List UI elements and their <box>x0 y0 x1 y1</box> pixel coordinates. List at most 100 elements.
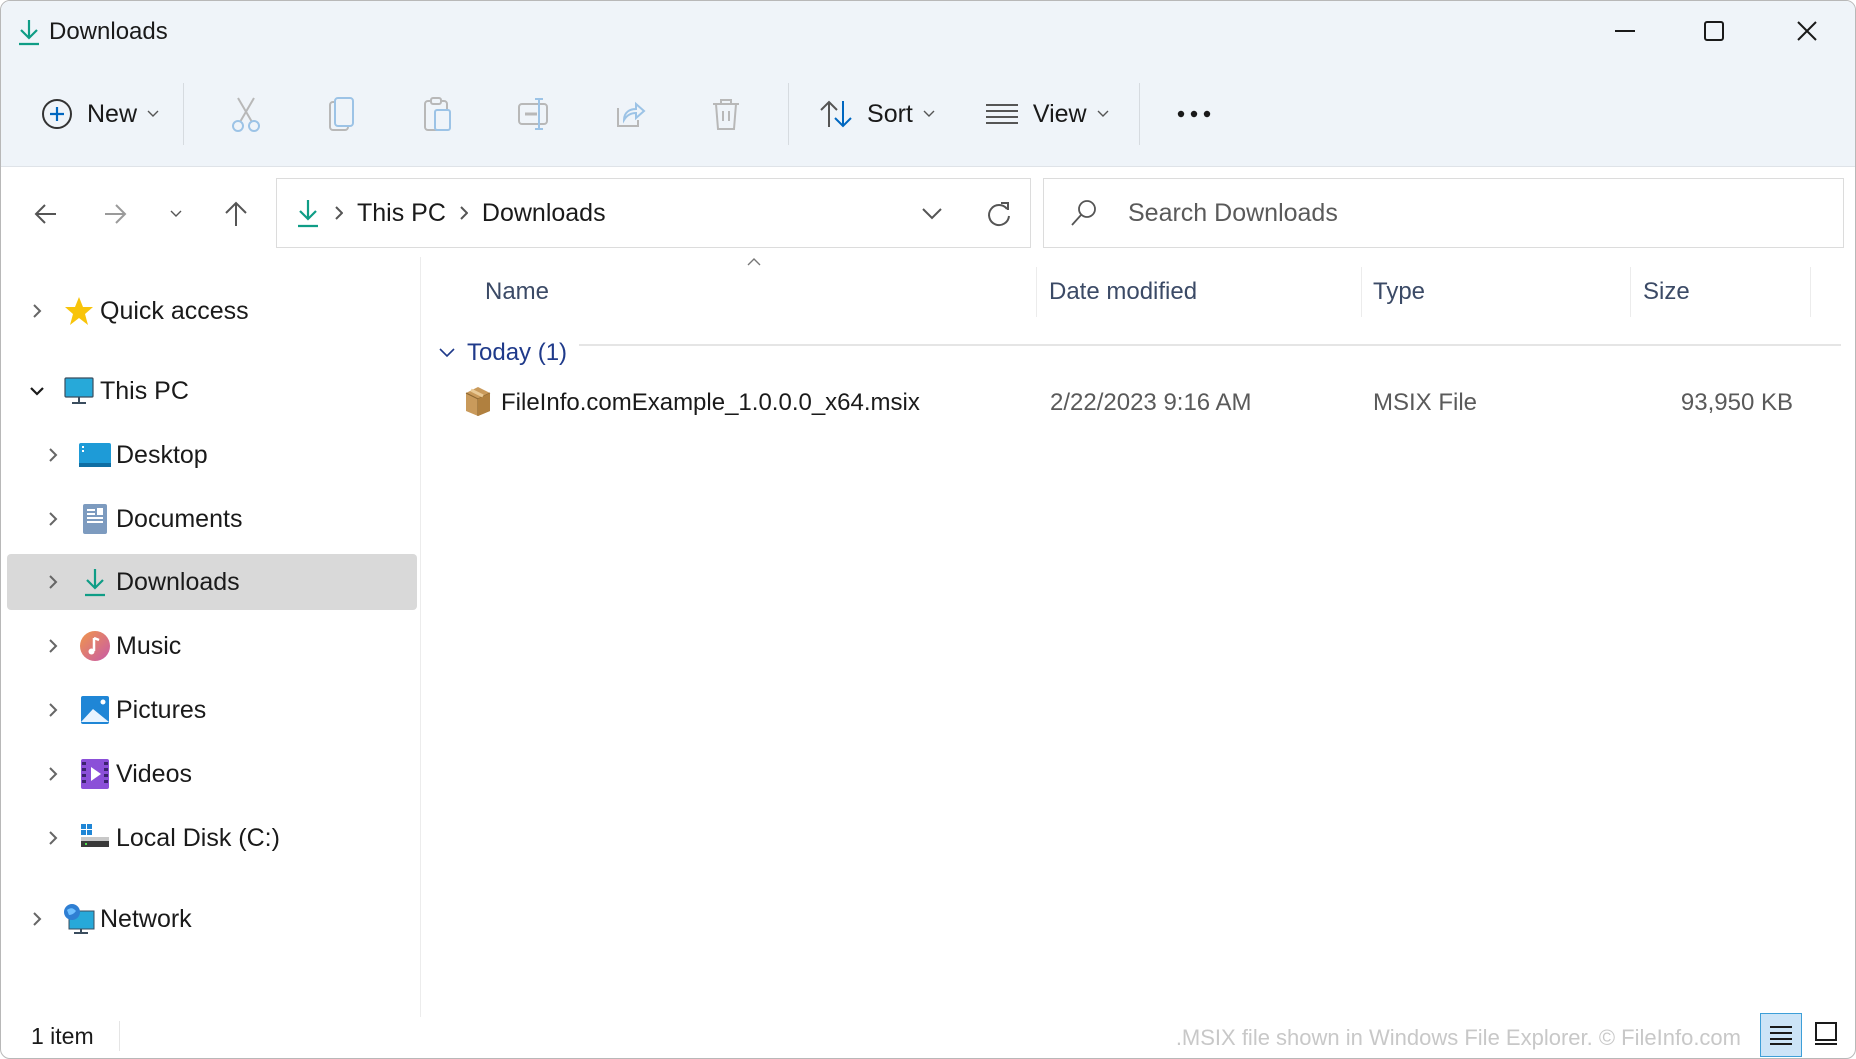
breadcrumb-downloads[interactable]: Downloads <box>482 199 606 228</box>
chevron-right-icon[interactable] <box>43 700 63 720</box>
copy-button[interactable] <box>294 86 390 142</box>
sidebar-item-pictures[interactable]: Pictures <box>7 682 417 738</box>
sidebar-item-quick-access[interactable]: Quick access <box>7 283 417 339</box>
sidebar-item-label: Local Disk (C:) <box>116 823 280 852</box>
command-bar: New Sort View <box>31 79 1234 149</box>
sidebar-item-label: Music <box>116 631 182 660</box>
chevron-right-icon[interactable] <box>43 828 63 848</box>
toolbar-separator <box>788 83 790 145</box>
file-row[interactable]: FileInfo.comExample_1.0.0.0_x64.msix 2/2… <box>421 375 1855 431</box>
address-history-button[interactable] <box>917 199 947 229</box>
chevron-right-icon[interactable] <box>43 509 63 529</box>
sidebar-item-label: Downloads <box>116 567 240 596</box>
chevron-right-icon[interactable] <box>27 909 47 929</box>
column-divider[interactable] <box>1810 267 1811 317</box>
chevron-down-icon <box>439 348 455 358</box>
share-button[interactable] <box>582 86 678 142</box>
large-icons-view-button[interactable] <box>1806 1013 1846 1055</box>
sidebar-item-music[interactable]: Music <box>7 618 417 674</box>
up-button[interactable] <box>211 189 261 239</box>
column-divider[interactable] <box>1630 267 1631 317</box>
chevron-down-icon <box>147 110 159 117</box>
refresh-button[interactable] <box>982 197 1016 231</box>
title-and-command-bar: Downloads New Sort View <box>1 1 1855 167</box>
star-icon <box>63 295 95 327</box>
more-options-button[interactable] <box>1154 86 1234 142</box>
sidebar-item-this-pc[interactable]: This PC <box>7 363 417 419</box>
sidebar-item-documents[interactable]: Documents <box>7 491 417 547</box>
chevron-down-icon <box>923 110 935 117</box>
search-box[interactable] <box>1043 178 1844 248</box>
file-size: 93,950 KB <box>1680 389 1793 416</box>
window-title-text: Downloads <box>49 18 168 45</box>
chevron-right-icon[interactable] <box>27 301 47 321</box>
breadcrumb-this-pc[interactable]: This PC <box>357 199 446 228</box>
column-divider[interactable] <box>1036 267 1037 317</box>
sidebar-item-label: Pictures <box>116 695 207 724</box>
delete-button[interactable] <box>678 86 774 142</box>
new-button[interactable]: New <box>31 86 169 142</box>
downloads-icon <box>79 566 111 598</box>
minimize-icon <box>1615 30 1635 32</box>
sidebar-item-label: Desktop <box>116 440 208 469</box>
minimize-button[interactable] <box>1589 7 1661 55</box>
chevron-right-icon[interactable] <box>43 636 63 656</box>
search-input[interactable] <box>1126 197 1730 229</box>
navigation-bar: This PC Downloads <box>1 167 1855 257</box>
sort-icon <box>820 100 852 128</box>
chevron-right-icon[interactable] <box>43 572 63 592</box>
status-divider <box>119 1021 120 1051</box>
chevron-down-icon <box>170 210 182 217</box>
arrow-right-icon <box>105 204 127 224</box>
drive-icon <box>79 822 111 854</box>
list-view-icon <box>985 104 1018 124</box>
sort-label: Sort <box>867 99 913 128</box>
rename-button[interactable] <box>486 86 582 142</box>
back-button[interactable] <box>21 189 71 239</box>
file-type: MSIX File <box>1373 389 1478 416</box>
column-header-date-modified[interactable]: Date modified <box>1049 267 1197 317</box>
sidebar-item-videos[interactable]: Videos <box>7 746 417 802</box>
chevron-right-icon[interactable] <box>43 445 63 465</box>
column-header-type[interactable]: Type <box>1373 267 1425 317</box>
toolbar-separator <box>183 83 185 145</box>
group-header-today[interactable]: Today (1) <box>439 333 567 373</box>
cut-button[interactable] <box>198 86 294 142</box>
address-bar[interactable]: This PC Downloads <box>276 178 1031 248</box>
scissors-icon <box>232 97 261 132</box>
details-view-button[interactable] <box>1760 1013 1802 1057</box>
column-header-size[interactable]: Size <box>1643 267 1690 317</box>
navigation-pane: Quick access This PC Desktop Documents D… <box>1 257 421 1017</box>
videos-icon <box>79 758 111 790</box>
sort-button[interactable]: Sort <box>803 86 945 142</box>
trash-icon <box>713 99 740 130</box>
forward-button[interactable] <box>90 189 140 239</box>
sidebar-item-downloads[interactable]: Downloads <box>7 554 417 610</box>
column-header-label: Name <box>485 278 550 305</box>
sidebar-item-local-disk[interactable]: Local Disk (C:) <box>7 810 417 866</box>
refresh-icon <box>988 202 1010 227</box>
paste-button[interactable] <box>390 86 486 142</box>
share-icon <box>617 101 646 127</box>
close-button[interactable] <box>1771 7 1843 55</box>
sidebar-item-desktop[interactable]: Desktop <box>7 427 417 483</box>
close-icon <box>1797 21 1817 41</box>
column-header-name[interactable]: Name <box>485 267 549 317</box>
sidebar-item-network[interactable]: Network <box>7 891 417 947</box>
column-divider[interactable] <box>1361 267 1362 317</box>
window-title: Downloads <box>17 15 168 49</box>
recent-locations-button[interactable] <box>151 189 201 239</box>
maximize-button[interactable] <box>1678 7 1750 55</box>
documents-icon <box>79 503 111 535</box>
music-icon <box>79 630 111 662</box>
pictures-icon <box>79 694 111 726</box>
details-view-icon <box>1770 1026 1792 1045</box>
chevron-right-icon[interactable] <box>43 764 63 784</box>
desktop-icon <box>79 439 111 471</box>
new-label: New <box>87 99 138 128</box>
chevron-down-icon[interactable] <box>27 381 47 401</box>
plus-circle-icon <box>42 99 72 129</box>
view-button[interactable]: View <box>945 86 1119 142</box>
package-icon <box>465 387 491 416</box>
sidebar-item-label: Videos <box>116 759 192 788</box>
